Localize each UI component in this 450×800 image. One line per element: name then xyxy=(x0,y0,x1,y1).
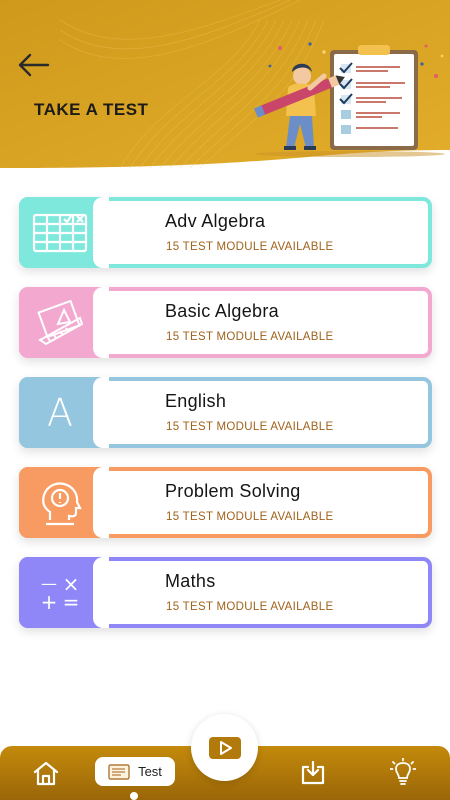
nav-test[interactable]: Test xyxy=(95,757,175,786)
card-title: Basic Algebra xyxy=(165,301,279,321)
card-subtitle: 15 TEST MODULE AVAILABLE xyxy=(166,241,334,253)
card-problem-solving[interactable]: Problem Solving 15 TEST MODULE AVAILABLE xyxy=(19,467,432,538)
geometry-tools-icon xyxy=(37,299,84,345)
play-button[interactable] xyxy=(191,714,258,781)
card-icon-box xyxy=(19,287,109,358)
nav-tips[interactable] xyxy=(388,757,418,787)
card-icon-box: A xyxy=(19,377,109,448)
nav-home[interactable] xyxy=(30,758,62,788)
card-subtitle: 15 TEST MODULE AVAILABLE xyxy=(166,421,334,433)
card-title: Maths xyxy=(165,571,216,591)
card-adv-algebra[interactable]: Adv Algebra 15 TEST MODULE AVAILABLE xyxy=(19,197,432,268)
idea-head-icon xyxy=(42,481,82,525)
card-basic-algebra[interactable]: Basic Algebra 15 TEST MODULE AVAILABLE xyxy=(19,287,432,358)
card-icon-box xyxy=(19,197,109,268)
letter-a-icon: A xyxy=(47,390,73,435)
card-title: English xyxy=(165,391,227,411)
plus-sign: + xyxy=(40,589,58,614)
table-grid-icon xyxy=(32,213,88,252)
math-operators-icon: — × + = xyxy=(38,574,82,614)
header: TAKE A TEST xyxy=(0,0,450,168)
nav-test-label: Test xyxy=(138,764,162,779)
back-arrow-icon[interactable] xyxy=(16,50,50,80)
card-title: Problem Solving xyxy=(165,481,301,501)
home-icon xyxy=(33,761,59,786)
card-icon-box: — × + = xyxy=(19,557,109,628)
active-indicator-dot xyxy=(130,792,138,800)
card-subtitle: 15 TEST MODULE AVAILABLE xyxy=(166,511,334,523)
nav-downloads[interactable] xyxy=(298,758,328,788)
card-maths[interactable]: — × + = Maths 15 TEST MODULE AVAILABLE xyxy=(19,557,432,628)
card-title: Adv Algebra xyxy=(165,211,266,231)
test-category-list: Adv Algebra 15 TEST MODULE AVAILABLE Bas… xyxy=(19,197,432,647)
page-title: TAKE A TEST xyxy=(34,100,149,119)
card-english[interactable]: A English 15 TEST MODULE AVAILABLE xyxy=(19,377,432,448)
lightbulb-icon xyxy=(390,758,416,785)
card-icon-box xyxy=(19,467,109,538)
play-icon xyxy=(208,736,241,759)
test-sheet-icon xyxy=(108,763,130,780)
equals-sign: = xyxy=(62,589,80,614)
download-box-icon xyxy=(301,760,325,785)
card-subtitle: 15 TEST MODULE AVAILABLE xyxy=(166,601,334,613)
card-subtitle: 15 TEST MODULE AVAILABLE xyxy=(166,331,334,343)
test-clipboard-illustration xyxy=(254,42,445,157)
